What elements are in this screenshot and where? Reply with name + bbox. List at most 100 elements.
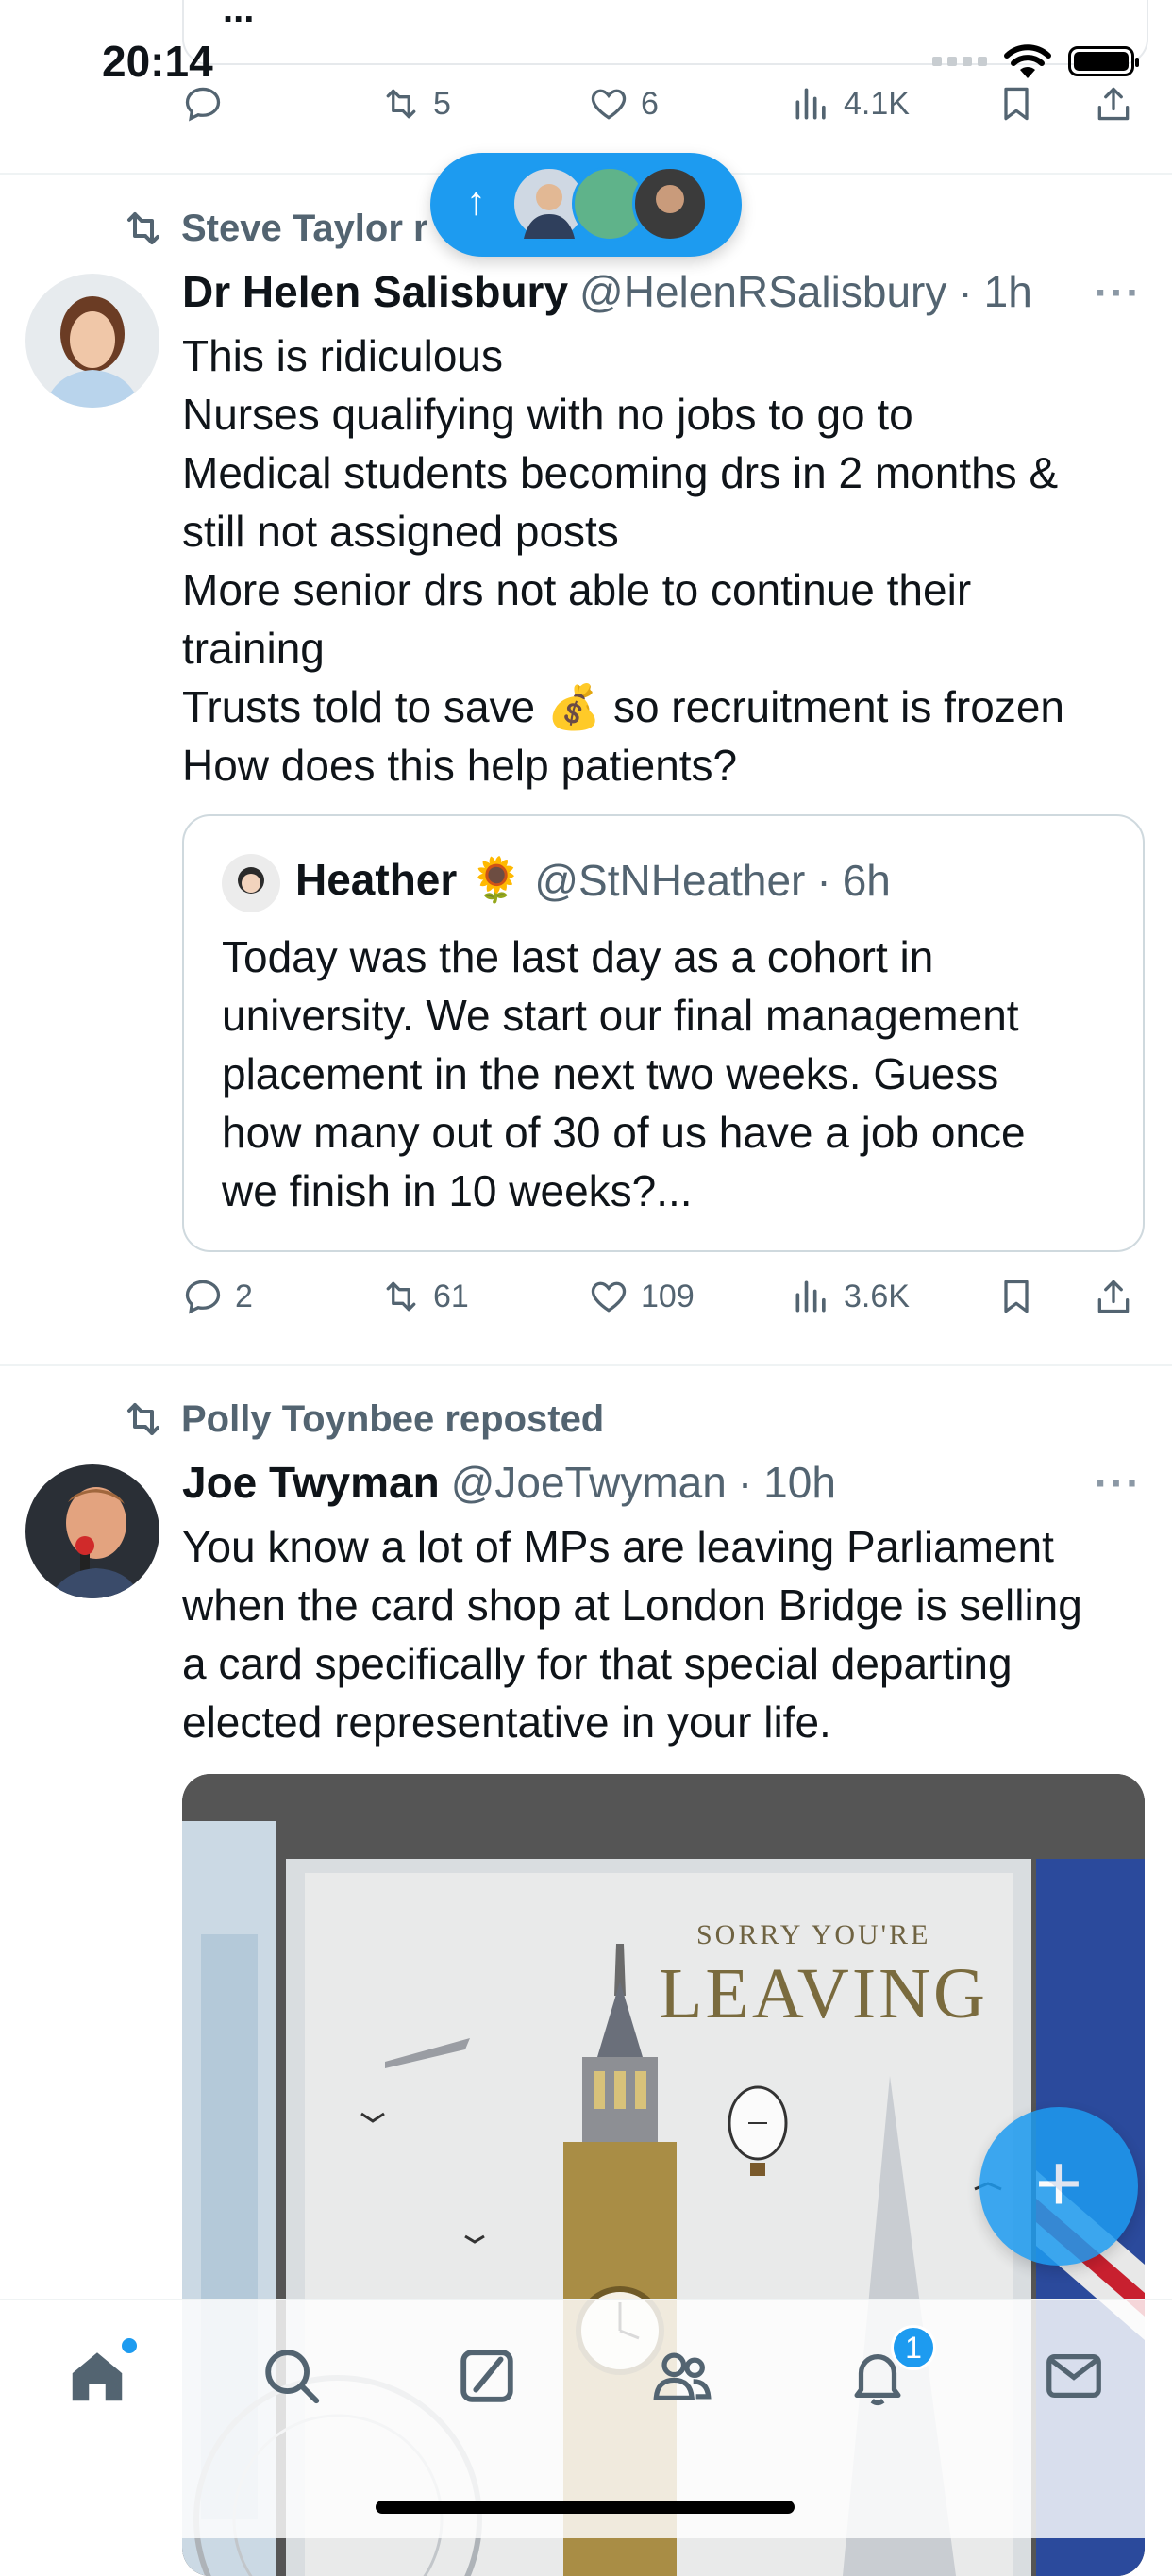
separator: ·	[816, 855, 831, 905]
repost-count: 5	[433, 85, 451, 122]
quoted-text-line: placement in the next two weeks. Guess	[222, 1049, 999, 1098]
separator: ·	[737, 1458, 753, 1507]
tweet-text-line: Medical students becoming drs in 2 month…	[182, 448, 1059, 497]
tweet-text-line: Trusts told to save 💰 so recruitment is …	[182, 682, 1065, 731]
repost-attribution[interactable]: Polly Toynbee reposted	[121, 1397, 604, 1442]
like-count: 6	[641, 85, 659, 122]
quoted-text-line: university. We start our final managemen…	[222, 991, 1019, 1040]
new-posts-pill[interactable]: ↑	[430, 153, 742, 257]
quoted-text-line: we finish in 10 weeks?...	[222, 1166, 693, 1215]
bookmark-button[interactable]	[996, 83, 1037, 125]
like-count: 109	[641, 1278, 695, 1314]
quoted-avatar[interactable]	[222, 854, 280, 912]
bookmark-button[interactable]	[996, 1276, 1037, 1317]
share-icon	[1097, 1280, 1130, 1313]
quoted-timestamp: 6h	[842, 855, 891, 905]
views-icon	[795, 88, 826, 120]
arrow-up-icon: ↑	[466, 178, 486, 223]
tab-messages[interactable]	[1036, 2338, 1112, 2414]
quoted-display-name[interactable]: Heather 🌻	[295, 854, 523, 906]
more-options-icon[interactable]: ···	[1095, 270, 1142, 317]
repost-label: Steve Taylor r	[181, 207, 428, 249]
tweet-text-line: when the card shop at London Bridge is s…	[182, 1581, 1082, 1630]
repost-attribution[interactable]: Steve Taylor r	[121, 206, 428, 251]
tab-grok[interactable]	[449, 2338, 525, 2414]
tweet-text-line: How does this help patients?	[182, 741, 738, 790]
views-icon	[795, 1280, 826, 1313]
share-button[interactable]	[1093, 1276, 1134, 1317]
status-time: 20:14	[102, 37, 213, 86]
views-count: 3.6K	[844, 1278, 910, 1314]
share-button[interactable]	[1093, 83, 1134, 125]
like-button[interactable]: 109	[588, 1276, 695, 1317]
repost-button[interactable]: 61	[380, 1276, 469, 1317]
tweet-text: You know a lot of MPs are leaving Parlia…	[182, 1517, 1145, 1751]
tab-home[interactable]	[59, 2338, 137, 2414]
search-icon	[265, 2350, 320, 2404]
display-name[interactable]: Dr Helen Salisbury	[182, 266, 568, 317]
views-button[interactable]: 3.6K	[791, 1276, 910, 1317]
tweet-text-line: elected representative in your life.	[182, 1698, 831, 1747]
messages-icon	[1046, 2353, 1101, 2399]
timestamp[interactable]: 1h	[984, 266, 1032, 317]
user-handle[interactable]: @JoeTwyman	[451, 1457, 727, 1508]
new-content-dot	[122, 2338, 137, 2353]
tweet-text-line: a card specifically for that special dep…	[182, 1639, 1013, 1688]
reply-icon	[185, 1280, 221, 1314]
quoted-text: Today was the last day as a cohort in un…	[222, 928, 1109, 1220]
views-count: 4.1K	[844, 85, 910, 122]
user-handle[interactable]: @HelenRSalisbury	[579, 266, 946, 317]
compose-button[interactable]: +	[979, 2107, 1138, 2266]
tweet-header: Joe Twyman @JoeTwyman · 10h	[182, 1457, 836, 1508]
tweet-actions: 2 61 109 3.6K	[182, 1276, 1145, 1332]
home-icon	[72, 2352, 123, 2401]
repost-label: Polly Toynbee reposted	[181, 1397, 605, 1440]
tweet-text-line: You know a lot of MPs are leaving Parlia…	[182, 1522, 1054, 1571]
quoted-text-line: Today was the last day as a cohort in	[222, 932, 934, 981]
avatar[interactable]	[25, 1464, 159, 1598]
reply-button[interactable]: 2	[182, 1276, 253, 1317]
tweet-text-line: This is ridiculous	[182, 331, 503, 380]
card-text-sorry: SORRY YOU'RE	[696, 1919, 930, 1950]
timestamp[interactable]: 10h	[763, 1457, 836, 1508]
tweet-text-line: More senior drs not able to continue the…	[182, 565, 972, 614]
tab-notifications[interactable]: 1	[840, 2325, 936, 2414]
tweet-text: This is ridiculous Nurses qualifying wit…	[182, 326, 1145, 795]
quoted-header: Heather 🌻 @StNHeather · 6h	[295, 854, 891, 906]
card-text-leaving: LEAVING	[659, 1954, 988, 2033]
views-button[interactable]: 4.1K	[791, 83, 910, 125]
quoted-tweet[interactable]: Heather 🌻 @StNHeather · 6h Today was the…	[182, 814, 1145, 1252]
repost-icon	[127, 1403, 159, 1435]
tab-search[interactable]	[254, 2338, 329, 2414]
heart-icon	[591, 1281, 627, 1313]
tweet-text-line: Nurses qualifying with no jobs to go to	[182, 390, 913, 439]
more-options-icon[interactable]: ···	[1095, 1461, 1142, 1508]
quoted-handle[interactable]: @StNHeather	[534, 855, 805, 906]
bookmark-icon	[1004, 1280, 1029, 1313]
bookmark-icon	[1004, 87, 1029, 121]
tweet-text-line: training	[182, 624, 325, 673]
previous-tweet-ellipsis: ...	[223, 0, 255, 30]
profile-photo	[25, 274, 159, 408]
profile-photo	[25, 1464, 159, 1598]
home-indicator[interactable]	[376, 2501, 795, 2514]
notifications-badge: 1	[891, 2325, 936, 2370]
tweet-text-line: still not assigned posts	[182, 507, 619, 556]
wifi-icon	[1004, 44, 1051, 78]
avatar[interactable]	[25, 274, 159, 408]
previous-tweet-actions: 5 6 4.1K	[182, 83, 1145, 140]
cellular-signal-icon	[932, 57, 987, 66]
tab-communities[interactable]	[645, 2338, 720, 2414]
reply-button[interactable]	[182, 83, 235, 125]
repost-icon	[386, 1281, 416, 1312]
repost-count: 61	[433, 1278, 469, 1314]
heart-icon	[591, 89, 627, 120]
reply-count: 2	[235, 1278, 253, 1314]
profile-photo	[222, 854, 280, 912]
like-button[interactable]: 6	[588, 83, 659, 125]
repost-icon	[127, 212, 159, 244]
repost-button[interactable]: 5	[380, 83, 451, 125]
display-name[interactable]: Joe Twyman	[182, 1457, 440, 1508]
separator: ·	[958, 267, 973, 316]
grok-icon	[460, 2350, 513, 2402]
